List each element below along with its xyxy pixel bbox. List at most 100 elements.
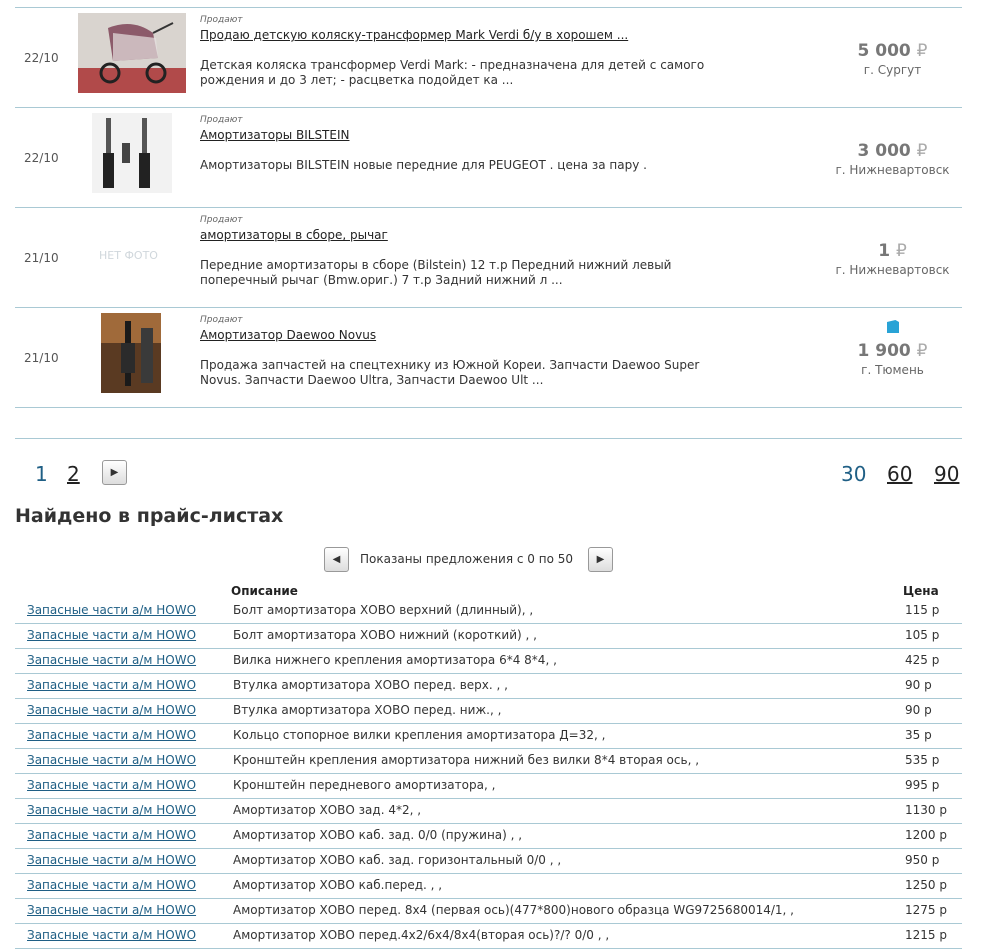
table-row: Запасные части а/м HOWO Амортизатор ХОВО … — [15, 799, 962, 824]
listing-title-link[interactable]: Амортизатор Daewoo Novus — [200, 328, 376, 342]
page-link[interactable]: 2 — [67, 462, 80, 486]
item-description: Болт амортизатора ХОВО нижний (короткий)… — [233, 628, 537, 642]
item-description: Амортизатор ХОВО перед. 8х4 (первая ось)… — [233, 903, 794, 917]
listing-title-link[interactable]: Продаю детскую коляску-трансформер Mark … — [200, 28, 628, 42]
table-row: Запасные части а/м HOWO Кронштейн креплен… — [15, 749, 962, 774]
currency-sign: ₽ — [916, 41, 928, 61]
table-row: Запасные части а/м HOWO Вилка нижнего кре… — [15, 649, 962, 674]
supplier-link[interactable]: Запасные части а/м HOWO — [27, 753, 196, 767]
per-page-link[interactable]: 60 — [887, 462, 912, 486]
item-price: 995 р — [905, 778, 940, 792]
item-price: 35 р — [905, 728, 932, 742]
per-page-current[interactable]: 30 — [841, 462, 866, 486]
item-description: Амортизатор ХОВО каб.перед. , , — [233, 878, 443, 892]
item-description: Амортизатор ХОВО перед.4х2/6х4/8х4(втора… — [233, 928, 610, 942]
listing-title-link[interactable]: амортизаторы в сборе, рычаг — [200, 228, 388, 242]
supplier-link[interactable]: Запасные части а/м HOWO — [27, 628, 196, 642]
item-description: Кронштейн передневого амортизатора, , — [233, 778, 496, 792]
listing-description: Амортизаторы BILSTEIN новые передние для… — [200, 158, 647, 172]
supplier-link[interactable]: Запасные части а/м HOWO — [27, 853, 196, 867]
table-row: Запасные части а/м HOWO Втулка амортизато… — [15, 674, 962, 699]
table-row: Запасные части а/м HOWO Болт амортизатора… — [15, 599, 962, 624]
daewoo-part-photo[interactable] — [101, 313, 161, 393]
listing-city: г. Нижневартовск — [835, 163, 950, 177]
item-description: Кронштейн крепления амортизатора нижний … — [233, 753, 700, 767]
currency-sign: ₽ — [916, 341, 928, 361]
currency-sign: ₽ — [895, 241, 907, 261]
item-price: 535 р — [905, 753, 940, 767]
listing-date: 22/10 — [24, 51, 59, 65]
supplier-link[interactable]: Запасные части а/м HOWO — [27, 778, 196, 792]
item-price: 1250 р — [905, 878, 947, 892]
listing-item: 21/10 Продают Амортизатор Daewoo Novus П… — [15, 308, 962, 408]
listing-price: 5 000 ₽ — [815, 41, 970, 61]
listing-title-link[interactable]: Амортизаторы BILSTEIN — [200, 128, 349, 142]
listing-kind: Продают — [200, 315, 243, 325]
item-description: Втулка амортизатора ХОВО перед. верх. , … — [233, 678, 508, 692]
no-photo-placeholder: НЕТ ФОТО — [99, 249, 158, 262]
listing-city: г. Сургут — [863, 63, 922, 77]
triangle-left-icon: ◀ — [332, 554, 341, 565]
listing-kind: Продают — [200, 115, 243, 125]
listing-description: Передние амортизаторы в сборе (Bilstein)… — [200, 258, 672, 287]
supplier-link[interactable]: Запасные части а/м HOWO — [27, 878, 196, 892]
shock-absorber-photo[interactable] — [92, 113, 172, 193]
item-price: 1275 р — [905, 903, 947, 917]
item-description: Втулка амортизатора ХОВО перед. ниж., , — [233, 703, 502, 717]
column-header-description: Описание — [231, 584, 298, 598]
table-row: Запасные части а/м HOWO Амортизатор ХОВО … — [15, 874, 962, 899]
supplier-link[interactable]: Запасные части а/м HOWO — [27, 928, 196, 942]
stroller-photo[interactable] — [78, 13, 186, 93]
item-price: 105 р — [905, 628, 940, 642]
supplier-link[interactable]: Запасные части а/м HOWO — [27, 903, 196, 917]
table-row: Запасные части а/м HOWO Амортизатор ХОВО … — [15, 899, 962, 924]
supplier-link[interactable]: Запасные части а/м HOWO — [27, 703, 196, 717]
listing-item: 21/10 НЕТ ФОТО Продают амортизаторы в сб… — [15, 208, 962, 308]
listing-city: г. Тюмень — [861, 363, 924, 377]
item-price: 90 р — [905, 703, 932, 717]
listing-price: 3 000 ₽ — [815, 141, 970, 161]
table-row: Запасные части а/м HOWO Кронштейн передне… — [15, 774, 962, 799]
listing-kind: Продают — [200, 15, 243, 25]
item-description: Амортизатор ХОВО каб. зад. 0/0 (пружина)… — [233, 828, 523, 842]
item-price: 1215 р — [905, 928, 947, 942]
supplier-link[interactable]: Запасные части а/м HOWO — [27, 828, 196, 842]
listing-description: Продажа запчастей на спецтехнику из Южно… — [200, 358, 700, 387]
listing-item: 22/10 Продают Продаю детскую коляску-тра… — [15, 8, 962, 108]
item-description: Амортизатор ХОВО зад. 4*2, , — [233, 803, 422, 817]
next-page-button[interactable]: ▶ — [102, 460, 127, 485]
item-price: 1130 р — [905, 803, 947, 817]
triangle-right-icon: ▶ — [596, 554, 605, 565]
price-value: 3 000 — [857, 141, 911, 161]
item-description: Болт амортизатора ХОВО верхний (длинный)… — [233, 603, 534, 617]
offers-range-text: Показаны предложения с 0 по 50 — [360, 552, 573, 566]
listing-date: 22/10 — [24, 151, 59, 165]
table-row: Запасные части а/м HOWO Амортизатор ХОВО … — [15, 849, 962, 874]
supplier-link[interactable]: Запасные части а/м HOWO — [27, 653, 196, 667]
section-title: Найдено в прайс-листах — [15, 505, 284, 527]
page-link-current[interactable]: 1 — [35, 462, 48, 486]
item-description: Вилка нижнего крепления амортизатора 6*4… — [233, 653, 557, 667]
supplier-link[interactable]: Запасные части а/м HOWO — [27, 803, 196, 817]
listing-date: 21/10 — [24, 251, 59, 265]
column-header-price: Цена — [903, 584, 939, 598]
next-offers-button[interactable]: ▶ — [588, 547, 613, 572]
currency-sign: ₽ — [916, 141, 928, 161]
supplier-link[interactable]: Запасные части а/м HOWO — [27, 678, 196, 692]
per-page-link[interactable]: 90 — [934, 462, 959, 486]
supplier-link[interactable]: Запасные части а/м HOWO — [27, 603, 196, 617]
item-price: 425 р — [905, 653, 940, 667]
triangle-right-icon: ▶ — [110, 467, 119, 478]
listing-price: 1 ₽ — [815, 241, 970, 261]
table-row: Запасные части а/м HOWO Кольцо стопорное … — [15, 724, 962, 749]
item-price: 1200 р — [905, 828, 947, 842]
listing-description: Детская коляска трансформер Verdi Mark: … — [200, 58, 705, 87]
item-price: 115 р — [905, 603, 940, 617]
listing-price: 1 900 ₽ — [815, 341, 970, 361]
building-icon — [887, 320, 899, 333]
price-value: 1 — [878, 241, 891, 261]
prev-offers-button[interactable]: ◀ — [324, 547, 349, 572]
table-row: Запасные части а/м HOWO Болт амортизатора… — [15, 624, 962, 649]
supplier-link[interactable]: Запасные части а/м HOWO — [27, 728, 196, 742]
item-price: 950 р — [905, 853, 940, 867]
